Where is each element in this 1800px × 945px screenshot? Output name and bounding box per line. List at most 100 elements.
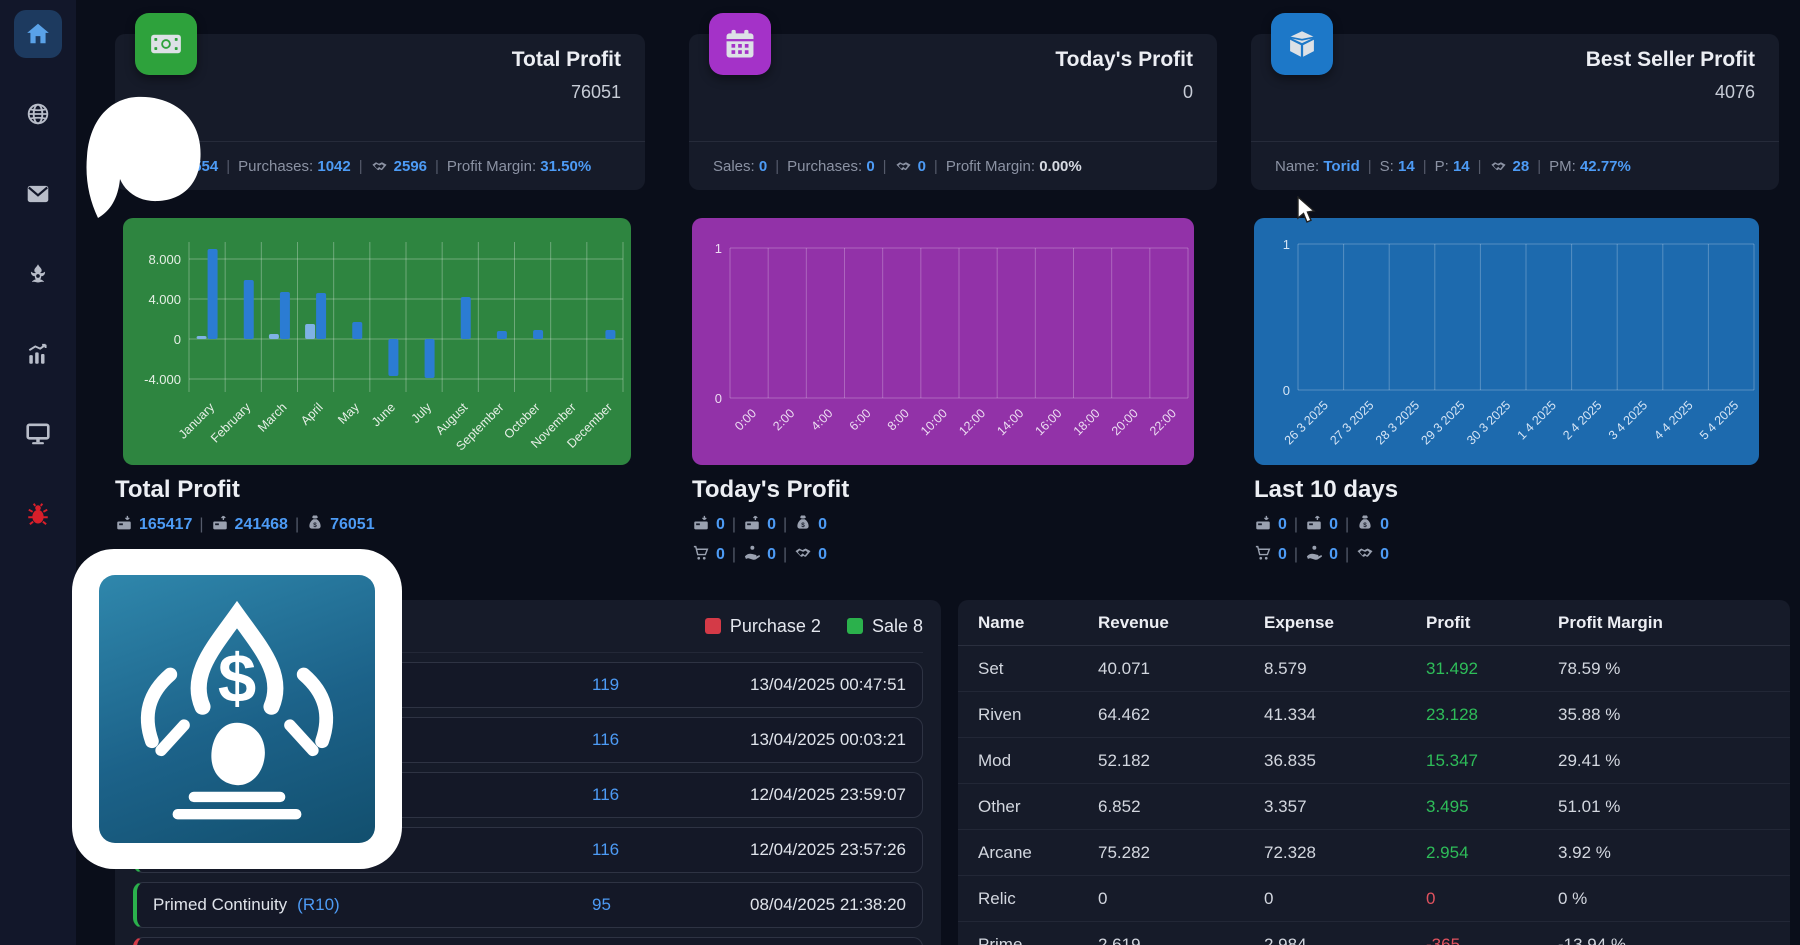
handshake-icon <box>1490 158 1507 175</box>
svg-text:2:00: 2:00 <box>770 406 797 433</box>
separator: | <box>1345 546 1349 563</box>
cell-margin: 0 % <box>1558 889 1587 909</box>
svg-text:8.000: 8.000 <box>148 252 181 267</box>
summary-value: 0 <box>1380 546 1389 563</box>
svg-text:0: 0 <box>1283 383 1290 398</box>
svg-text:27 3 2025: 27 3 2025 <box>1327 398 1376 447</box>
separator: | <box>783 546 787 563</box>
svg-text:28 3 2025: 28 3 2025 <box>1373 398 1422 447</box>
register-in-icon <box>1254 514 1272 532</box>
box-icon <box>1285 27 1319 61</box>
trade-row[interactable]: Primed Continuity(R10)9508/04/2025 21:38… <box>133 882 923 928</box>
separator: | <box>295 516 299 533</box>
separator: | <box>883 158 887 175</box>
svg-text:3 4 2025: 3 4 2025 <box>1606 398 1650 442</box>
summary-line-2: 0|0|0 <box>692 544 849 564</box>
summary-value: 0 <box>767 546 776 563</box>
cell-revenue: 52.182 <box>1098 751 1150 771</box>
svg-text:12:00: 12:00 <box>956 406 988 438</box>
dashboard-app: Total Profit 76051 Sales: 1554|Purchases… <box>0 0 1800 945</box>
globe-icon <box>25 101 51 127</box>
summary-value: 0 <box>1278 516 1287 533</box>
separator: | <box>1294 516 1298 533</box>
cell-expense: 8.579 <box>1264 659 1307 679</box>
sidebar-item-stats[interactable] <box>14 330 62 378</box>
cart-icon <box>1254 544 1272 562</box>
summary-line-1: 0|0|0 <box>692 514 849 534</box>
table-row: Arcane 75.282 72.328 2.954 3.92 % <box>958 830 1790 876</box>
cell-profit: 15.347 <box>1426 751 1478 771</box>
stat-label: Sales: <box>713 158 759 175</box>
separator: | <box>359 158 363 175</box>
trade-price: 116 <box>592 730 619 750</box>
cell-expense: 36.835 <box>1264 751 1316 771</box>
cell-expense: 3.357 <box>1264 797 1307 817</box>
trade-price: 116 <box>592 785 619 805</box>
separator: | <box>732 546 736 563</box>
cell-name: Other <box>978 797 1021 817</box>
separator: | <box>226 158 230 175</box>
stat-card-2: Best Seller Profit 4076 Name: Torid|S: 1… <box>1251 34 1779 190</box>
cell-profit: 2.954 <box>1426 843 1469 863</box>
cell-name: Set <box>978 659 1004 679</box>
cell-expense: 72.328 <box>1264 843 1316 863</box>
cell-name: Mod <box>978 751 1011 771</box>
summary-line-1: 0|0|0 <box>1254 514 1398 534</box>
svg-text:-4.000: -4.000 <box>144 372 181 387</box>
total-profit-summary: Total Profit165417|241468|76051 <box>115 476 375 534</box>
svg-text:0: 0 <box>715 391 722 406</box>
stat-label: Purchases: <box>238 158 317 175</box>
card-stats: Sales: 0|Purchases: 0|0|Profit Margin: 0… <box>689 141 1217 190</box>
svg-text:4.000: 4.000 <box>148 292 181 307</box>
stat-label: Purchases: <box>787 158 866 175</box>
table-row: Prime 2.619 2.984 -365 -13.94 % <box>958 922 1790 945</box>
legend-swatch <box>705 618 721 634</box>
svg-text:2 4 2025: 2 4 2025 <box>1560 398 1604 442</box>
separator: | <box>435 158 439 175</box>
calendar-icon <box>723 27 757 61</box>
todays-profit-chart: 100:002:004:006:008:0010:0012:0014:0016:… <box>692 218 1194 465</box>
summary-line-1: 165417|241468|76051 <box>115 514 375 534</box>
svg-text:6:00: 6:00 <box>847 406 874 433</box>
trade-date: 13/04/2025 00:03:21 <box>750 730 906 750</box>
cell-profit: 23.128 <box>1426 705 1478 725</box>
table-row: Relic 0 0 0 0 % <box>958 876 1790 922</box>
trade-row[interactable] <box>133 937 923 945</box>
handshake-icon <box>895 158 912 175</box>
sidebar-item-lotus[interactable] <box>14 250 62 298</box>
cell-expense: 2.984 <box>1264 935 1307 945</box>
sidebar-item-globe[interactable] <box>14 90 62 138</box>
svg-text:20:00: 20:00 <box>1109 406 1141 438</box>
cell-profit: 0 <box>1426 889 1435 909</box>
cell-revenue: 0 <box>1098 889 1107 909</box>
cart-icon <box>692 544 710 562</box>
cell-revenue: 64.462 <box>1098 705 1150 725</box>
sidebar-item-home[interactable] <box>14 10 62 58</box>
lotus-dollar-emblem: $ <box>122 594 352 824</box>
table-row: Other 6.852 3.357 3.495 51.01 % <box>958 784 1790 830</box>
summary-value: 165417 <box>139 516 192 533</box>
monitor-icon <box>25 421 51 447</box>
trade-date: 12/04/2025 23:57:26 <box>750 840 906 860</box>
total-profit-chart: 8.0004.0000-4.000JanuaryFebruaryMarchApr… <box>123 218 631 465</box>
moneybag-icon <box>1356 514 1374 532</box>
summary-line-2: 0|0|0 <box>1254 544 1398 564</box>
svg-text:1: 1 <box>715 241 722 256</box>
calendar-icon-badge <box>709 13 771 75</box>
cell-name: Arcane <box>978 843 1032 863</box>
summary-value: 0 <box>1380 516 1389 533</box>
cell-margin: -13.94 % <box>1558 935 1626 945</box>
section-title: Last 10 days <box>1254 476 1398 504</box>
sidebar-item-mail[interactable] <box>14 170 62 218</box>
column-header: Name <box>978 613 1024 633</box>
sidebar-item-bug[interactable] <box>14 490 62 538</box>
svg-text:26 3 2025: 26 3 2025 <box>1282 398 1331 447</box>
hand-coin-icon <box>1305 544 1323 562</box>
app-logo-inner: $ <box>99 575 375 843</box>
summary-value: 76051 <box>330 516 375 533</box>
stat-value: 0.00% <box>1039 158 1082 175</box>
separator: | <box>1478 158 1482 175</box>
sidebar-item-monitor[interactable] <box>14 410 62 458</box>
stat-value: 31.50% <box>540 158 591 175</box>
summary-value: 241468 <box>235 516 288 533</box>
